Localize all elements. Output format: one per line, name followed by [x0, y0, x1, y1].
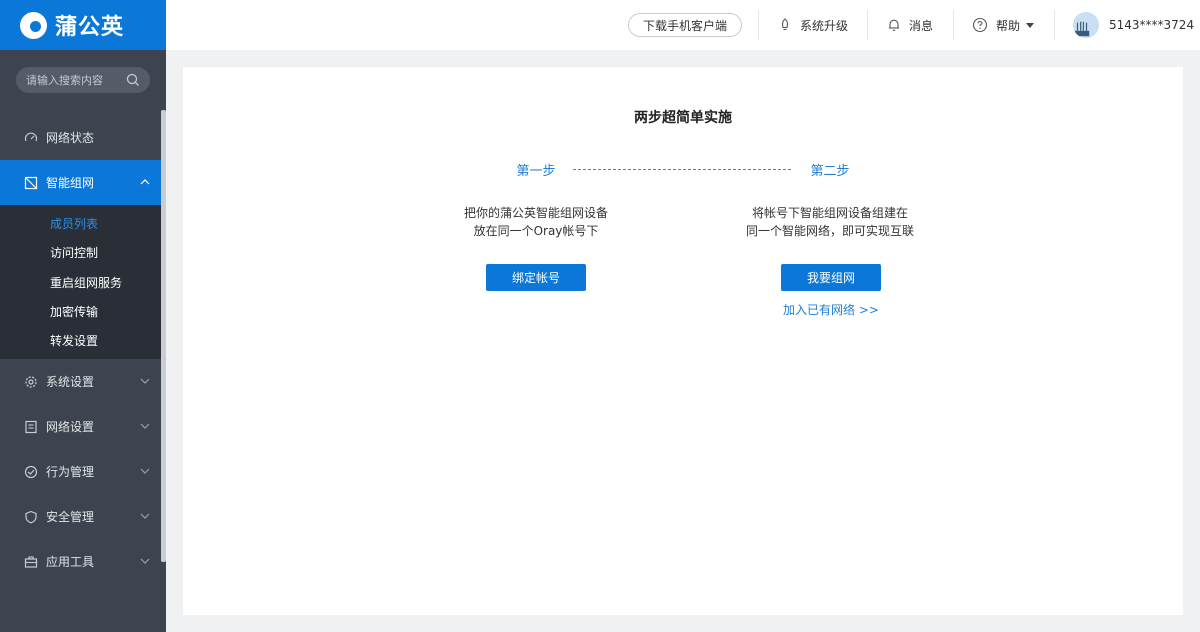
- help-label: 帮助: [996, 18, 1021, 33]
- help-menu-button[interactable]: 帮助: [972, 0, 1035, 50]
- chevron-down-icon: [140, 424, 150, 430]
- header-divider: [867, 10, 868, 40]
- user-menu-button[interactable]: 5143****3724: [1073, 0, 1200, 50]
- sidebar-item-label: 行为管理: [46, 465, 95, 480]
- toolbox-icon: [24, 556, 38, 568]
- step-one-description: 把你的蒲公英智能组网设备 放在同一个Oray帐号下: [426, 204, 646, 240]
- sidebar-item-app-tools[interactable]: 应用工具: [0, 539, 166, 584]
- chevron-down-icon: [140, 469, 150, 475]
- sidebar-item-label: 系统设置: [46, 375, 95, 390]
- submenu-smart-network: 成员列表 访问控制 重启组网服务 加密传输 转发设置: [0, 205, 166, 360]
- search-icon[interactable]: [126, 73, 140, 87]
- submenu-item-access-control[interactable]: 访问控制: [0, 238, 166, 267]
- search-box: [16, 67, 150, 93]
- submenu-item-encryption[interactable]: 加密传输: [0, 297, 166, 326]
- sidebar-item-smart-network[interactable]: 智能组网: [0, 160, 166, 205]
- submenu-item-member-list[interactable]: 成员列表: [0, 209, 166, 238]
- step-one-desc-line: 把你的蒲公英智能组网设备: [463, 206, 608, 220]
- logo[interactable]: 蒲公英: [0, 0, 166, 50]
- submenu-item-restart-service[interactable]: 重启组网服务: [0, 268, 166, 297]
- system-upgrade-label: 系统升级: [800, 18, 849, 33]
- search-input[interactable]: [26, 73, 126, 87]
- sidebar-item-label: 安全管理: [46, 510, 95, 525]
- step-two-description: 将帐号下智能组网设备组建在 同一个智能网络，即可实现互联: [720, 204, 940, 240]
- user-account-label: 5143****3724: [1109, 18, 1195, 32]
- document-icon: [25, 420, 37, 434]
- sidebar-item-network-status[interactable]: 网络状态: [0, 115, 166, 160]
- chevron-down-icon: [140, 514, 150, 520]
- shield-icon: [25, 510, 37, 524]
- sidebar-item-security-management[interactable]: 安全管理: [0, 494, 166, 539]
- gauge-icon: [24, 132, 38, 141]
- caret-down-icon: [1026, 22, 1035, 28]
- sidebar: 蒲公英 网络状态 智能组网: [0, 0, 166, 632]
- create-network-button[interactable]: 我要组网: [781, 264, 881, 291]
- step-connector-line: [573, 169, 791, 170]
- download-app-button[interactable]: 下载手机客户端: [628, 13, 742, 37]
- step-two-label: 第二步: [810, 164, 850, 179]
- sidebar-item-label: 网络设置: [46, 420, 95, 435]
- join-existing-network-link[interactable]: 加入已有网络 >>: [771, 301, 891, 318]
- main-card: 两步超简单实施 第一步 第二步 把你的蒲公英智能组网设备 放在同一个Oray帐号…: [183, 67, 1183, 615]
- sidebar-item-label: 网络状态: [46, 131, 95, 145]
- step-two-desc-line: 将帐号下智能组网设备组建在: [751, 206, 908, 220]
- messages-button[interactable]: 消息: [887, 0, 933, 50]
- sidebar-item-label: 智能组网: [46, 176, 95, 190]
- chevron-down-icon: [140, 559, 150, 565]
- network-icon: [24, 176, 38, 189]
- sidebar-menu: 网络状态 智能组网: [0, 115, 166, 205]
- header-divider: [953, 10, 954, 40]
- step-one-label: 第一步: [516, 164, 556, 179]
- submenu-item-forwarding[interactable]: 转发设置: [0, 326, 166, 355]
- rocket-icon: [781, 18, 789, 31]
- sidebar-menu-lower: 系统设置 网络设置 行为管理 安全管理 应用工具: [0, 359, 166, 584]
- avatar: [1073, 12, 1099, 38]
- chevron-down-icon: [140, 379, 150, 385]
- step-one-desc-line: 放在同一个Oray帐号下: [473, 224, 599, 238]
- help-icon: [972, 17, 988, 33]
- sidebar-item-network-settings[interactable]: 网络设置: [0, 404, 166, 449]
- bell-icon: [889, 19, 899, 31]
- chevron-up-icon: [140, 179, 150, 185]
- sidebar-item-system-settings[interactable]: 系统设置: [0, 359, 166, 404]
- behavior-icon: [24, 465, 38, 479]
- header-divider: [758, 10, 759, 40]
- brand-name: 蒲公英: [55, 15, 125, 40]
- step-two-desc-line: 同一个智能网络，即可实现互联: [745, 224, 914, 238]
- gear-icon: [25, 376, 37, 388]
- router-icon: [1074, 21, 1090, 37]
- sidebar-item-behavior-management[interactable]: 行为管理: [0, 449, 166, 494]
- top-header: 下载手机客户端 系统升级 消息 帮助 5143****3724: [166, 0, 1200, 50]
- page-title: 两步超简单实施: [634, 110, 732, 126]
- messages-label: 消息: [909, 18, 934, 33]
- sidebar-item-label: 应用工具: [46, 555, 95, 570]
- header-divider: [1054, 10, 1055, 40]
- brand-logo-icon: [20, 11, 47, 39]
- system-upgrade-button[interactable]: 系统升级: [778, 0, 848, 50]
- bind-account-button[interactable]: 绑定帐号: [486, 264, 586, 291]
- sidebar-scrollbar[interactable]: [161, 110, 166, 562]
